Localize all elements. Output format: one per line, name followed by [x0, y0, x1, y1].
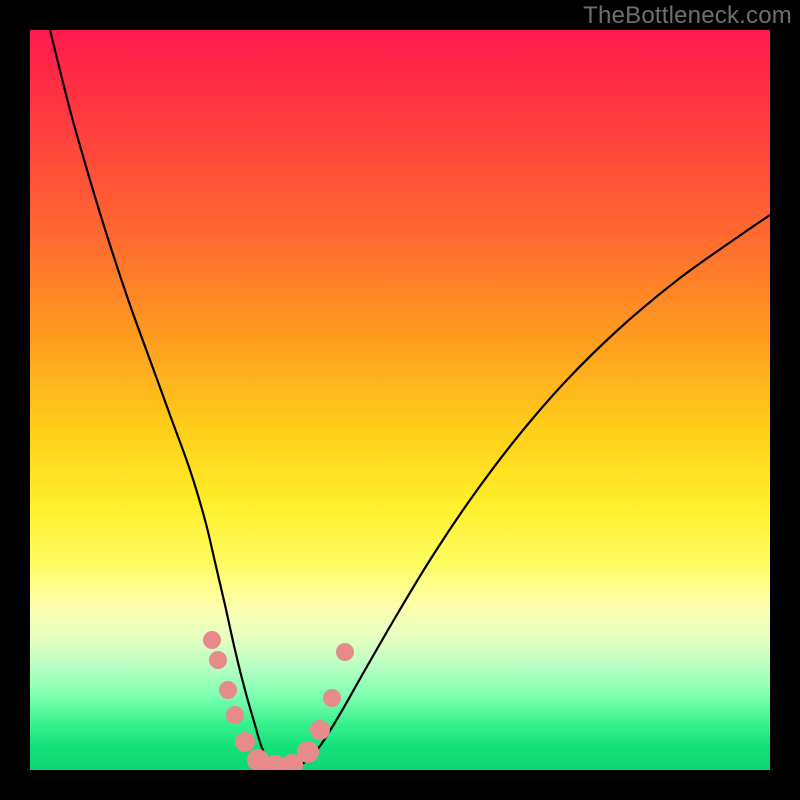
- data-marker: [235, 732, 255, 752]
- chart-frame: TheBottleneck.com: [0, 0, 800, 800]
- data-marker: [297, 741, 319, 763]
- chart-plot-area: [30, 30, 770, 770]
- data-marker: [209, 651, 227, 669]
- data-marker: [219, 681, 237, 699]
- watermark-text: TheBottleneck.com: [583, 2, 792, 30]
- chart-svg: [30, 30, 770, 770]
- data-marker: [203, 631, 221, 649]
- data-marker: [310, 720, 330, 740]
- data-marker: [226, 706, 244, 724]
- bottleneck-curve: [50, 30, 770, 769]
- data-marker: [336, 643, 354, 661]
- data-marker: [323, 689, 341, 707]
